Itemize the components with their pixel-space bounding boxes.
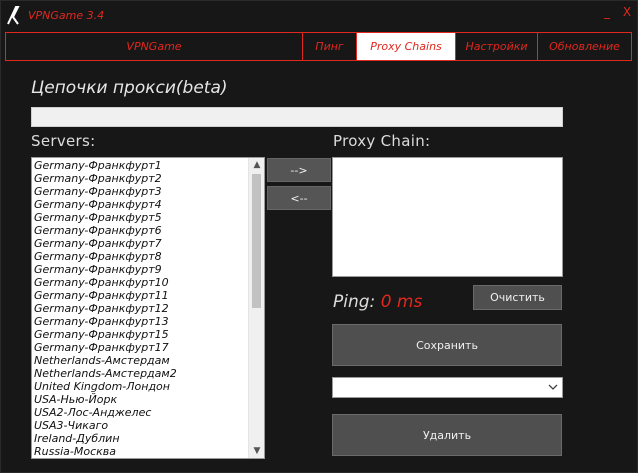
page-title: Цепочки прокси(beta) (31, 78, 228, 98)
list-item[interactable]: Germany-Франкфурт12 (34, 302, 246, 315)
list-item[interactable]: Germany-Франкфурт1 (34, 159, 246, 172)
list-item[interactable]: Germany-Франкфурт4 (34, 198, 246, 211)
list-item[interactable]: Germany-Франкфурт13 (34, 315, 246, 328)
servers-scrollbar[interactable]: ▲ ▼ (248, 158, 264, 458)
list-item[interactable]: Germany-Франкфурт10 (34, 276, 246, 289)
ping-readout: Ping: 0 ms (333, 292, 422, 312)
tab-settings[interactable]: Настройки (456, 33, 538, 60)
list-item[interactable]: USA2-Лос-Анджелес (34, 406, 246, 419)
list-item[interactable]: Germany-Франкфурт2 (34, 172, 246, 185)
tab-proxy-chains[interactable]: Proxy Chains (357, 33, 456, 60)
proxy-chain-list[interactable] (332, 157, 563, 277)
app-window: VPNGame 3.4 _ X VPNGame Пинг Proxy Chain… (0, 0, 638, 473)
ping-value: 0 ms (380, 292, 423, 312)
ping-label: Ping: (333, 292, 376, 312)
progress-bar (31, 107, 563, 127)
list-item[interactable]: Netherlands-Амстердам2 (34, 367, 246, 380)
chain-select[interactable] (332, 377, 563, 398)
servers-list[interactable]: Germany-Франкфурт1 Germany-Франкфурт2 Germ… (31, 157, 265, 459)
remove-from-chain-button[interactable]: <-- (267, 186, 331, 210)
list-item[interactable]: Ireland-Дублин (34, 432, 246, 445)
list-item[interactable]: Germany-Франкфурт8 (34, 250, 246, 263)
list-item[interactable]: USA-Нью-Йорк (34, 393, 246, 406)
save-button[interactable]: Сохранить (332, 324, 562, 366)
list-item[interactable]: Germany-Франкфурт6 (34, 224, 246, 237)
chevron-down-icon[interactable]: ▼ (249, 444, 264, 458)
list-item[interactable]: Germany-Франкфурт5 (34, 211, 246, 224)
list-item[interactable]: Germany-Франкфурт11 (34, 289, 246, 302)
delete-button[interactable]: Удалить (332, 414, 562, 456)
proxy-chain-label: Proxy Chain: (333, 132, 431, 150)
servers-label: Servers: (31, 132, 96, 150)
vpngame-logo-icon (7, 6, 20, 25)
servers-list-items: Germany-Франкфурт1 Germany-Франкфурт2 Germ… (34, 159, 246, 458)
list-item[interactable]: Germany-Франкфурт3 (34, 185, 246, 198)
title-bar[interactable]: VPNGame 3.4 _ X (1, 1, 637, 31)
close-button[interactable]: X (618, 4, 636, 20)
window-title: VPNGame 3.4 (28, 9, 105, 22)
tab-vpngame[interactable]: VPNGame (6, 33, 303, 60)
list-item[interactable]: United Kingdom-Лондон (34, 380, 246, 393)
clear-button[interactable]: Очистить (473, 285, 562, 310)
scrollbar-thumb[interactable] (252, 174, 261, 308)
tab-update[interactable]: Обновление (538, 33, 631, 60)
list-item[interactable]: Germany-Франкфурт15 (34, 328, 246, 341)
tab-ping[interactable]: Пинг (303, 33, 357, 60)
add-to-chain-button[interactable]: --> (267, 158, 331, 182)
list-item[interactable]: Netherlands-Амстердам (34, 354, 246, 367)
list-item[interactable]: USA3-Чикаго (34, 419, 246, 432)
chevron-up-icon[interactable]: ▲ (249, 158, 264, 172)
minimize-button[interactable]: _ (598, 4, 616, 20)
chevron-down-icon[interactable] (547, 381, 559, 393)
tab-bar: VPNGame Пинг Proxy Chains Настройки Обно… (5, 32, 632, 61)
list-item[interactable]: Germany-Франкфурт17 (34, 341, 246, 354)
list-item[interactable]: Russia-Москва (34, 445, 246, 458)
list-item[interactable]: Germany-Франкфурт7 (34, 237, 246, 250)
list-item[interactable]: Germany-Франкфурт9 (34, 263, 246, 276)
